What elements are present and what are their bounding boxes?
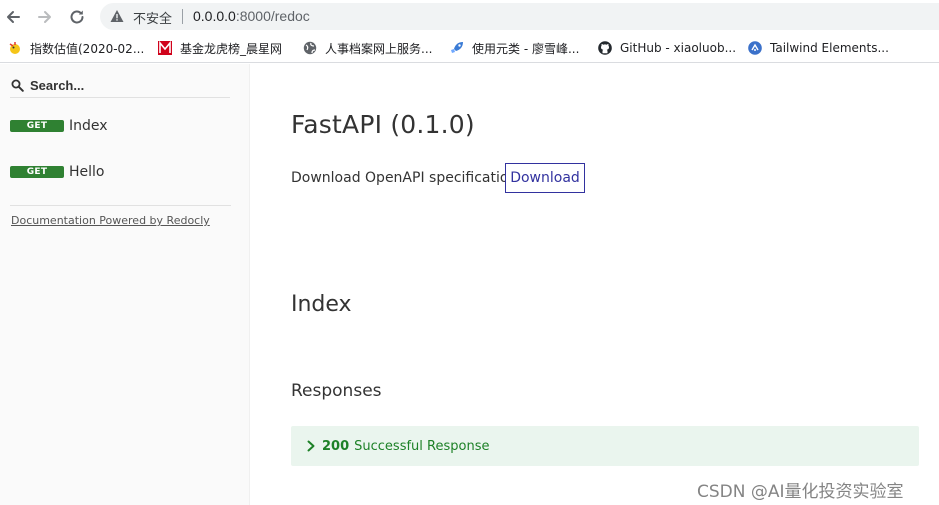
browser-toolbar: 不安全 0.0.0.0:8000/redoc: [0, 0, 939, 33]
response-description: Successful Response: [354, 438, 490, 454]
chick-favicon-icon: [9, 42, 20, 54]
operation-title: Index: [291, 292, 352, 317]
morningstar-favicon-icon: [158, 41, 172, 55]
globe-icon: [303, 41, 317, 55]
address-bar[interactable]: 不安全 0.0.0.0:8000/redoc: [100, 3, 939, 30]
bookmark-item[interactable]: 指数估值(2020-02...: [8, 40, 144, 56]
bookmark-item[interactable]: Tailwind Elements...: [748, 40, 889, 56]
response-200-row[interactable]: 200 Successful Response: [291, 426, 919, 466]
bookmark-label: 人事档案网上服务...: [325, 41, 433, 56]
bookmark-label: 使用元类 - 廖雪峰...: [472, 41, 580, 56]
bookmark-label: GitHub - xiaoluob...: [620, 41, 737, 55]
api-content: FastAPI (0.1.0) Download OpenAPI specifi…: [251, 64, 939, 505]
sidebar-item-label: Index: [69, 118, 108, 134]
bookmark-item[interactable]: 基金龙虎榜_晨星网: [158, 40, 282, 56]
tailwind-elements-icon: [748, 41, 762, 55]
api-title: FastAPI (0.1.0): [291, 110, 475, 139]
search-box: [10, 74, 230, 98]
bookmark-label: 指数估值(2020-02...: [30, 41, 145, 56]
url-text[interactable]: 0.0.0.0:8000/redoc: [193, 8, 310, 24]
sidebar-item-label: Hello: [69, 164, 105, 180]
bookmarks-bar: 指数估值(2020-02... 基金龙虎榜_晨星网 人事档案网上服务... 使用…: [0, 33, 939, 63]
get-method-badge: GET: [10, 120, 64, 132]
sidebar-divider: [10, 205, 231, 206]
bookmark-item[interactable]: GitHub - xiaoluob...: [598, 40, 736, 56]
github-icon: [598, 41, 612, 55]
reload-button[interactable]: [66, 6, 88, 28]
omnibox-separator: [182, 9, 183, 24]
bookmark-label: 基金龙虎榜_晨星网: [180, 41, 283, 56]
response-status-code: 200: [322, 438, 350, 454]
arrow-right-icon: [38, 11, 51, 23]
rocket-icon: [451, 42, 463, 53]
back-button[interactable]: [2, 6, 24, 28]
download-button[interactable]: Download: [505, 163, 585, 193]
responses-heading: Responses: [291, 381, 382, 401]
get-method-badge: GET: [10, 166, 64, 178]
bookmark-item[interactable]: 使用元类 - 廖雪峰...: [450, 40, 579, 56]
bookmark-item[interactable]: 人事档案网上服务...: [303, 40, 432, 56]
bookmark-label: Tailwind Elements...: [770, 41, 889, 55]
download-spec-label: Download OpenAPI specification:: [291, 170, 523, 186]
insecure-label[interactable]: 不安全: [133, 8, 172, 27]
forward-button[interactable]: [34, 6, 56, 28]
warning-triangle-icon[interactable]: [110, 9, 124, 23]
csdn-watermark: CSDN @AI量化投资实验室: [697, 482, 904, 502]
sidebar-item-hello[interactable]: GET Hello: [10, 161, 240, 183]
reload-icon: [70, 10, 84, 24]
arrow-left-icon: [7, 11, 20, 23]
search-input[interactable]: [30, 76, 225, 94]
url-host: 0.0.0.0: [193, 8, 236, 24]
url-path: :8000/redoc: [235, 8, 310, 24]
sidebar-item-index[interactable]: GET Index: [10, 115, 240, 137]
powered-by-redocly-link[interactable]: Documentation Powered by Redocly: [11, 214, 210, 227]
chevron-right-icon: [307, 440, 315, 452]
redoc-sidebar: GET Index GET Hello Documentation Powere…: [0, 64, 250, 505]
search-icon: [11, 79, 24, 92]
